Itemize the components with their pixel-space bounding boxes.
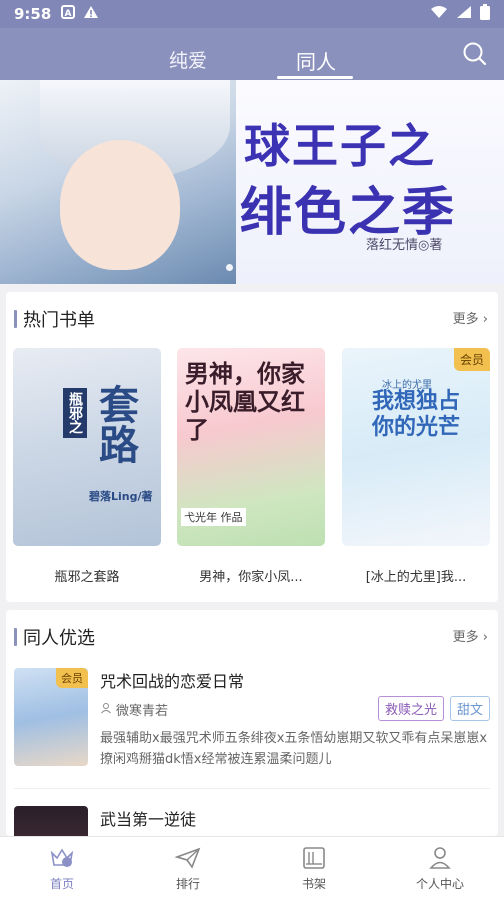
more-label: 更多	[452, 630, 479, 645]
more-button[interactable]: 更多 ›	[453, 626, 488, 645]
section-title: 热门书单	[23, 310, 95, 331]
crown-home-icon	[50, 848, 74, 867]
book-cover: 冰上的尤里 我想独占你的光芒 会员	[342, 348, 490, 546]
section-title: 同人优选	[23, 628, 95, 649]
cover-title: 男神，你家小凤凰又红了	[185, 359, 305, 444]
paper-plane-icon	[174, 847, 201, 869]
book-author: 微寒青若	[100, 700, 168, 719]
user-profile-icon	[429, 847, 451, 869]
cover-title: 我想独占你的光芒	[371, 388, 460, 440]
book-title: 武当第一逆徒	[100, 810, 197, 829]
app-notification-icon: A	[61, 5, 76, 23]
book-name: 瓶邪之套路	[54, 570, 120, 585]
svg-text:A: A	[65, 9, 72, 19]
cover-author: 弋光年 作品	[181, 508, 246, 526]
tag[interactable]: 甜文	[449, 696, 490, 721]
cover-subtitle: 瓶邪之	[63, 388, 87, 438]
tag[interactable]: 救赎之光	[377, 696, 444, 721]
book-title: 咒术回战的恋爱日常	[100, 672, 245, 691]
tag-group: 救赎之光 甜文	[377, 696, 490, 721]
member-badge: 会员	[56, 668, 88, 688]
user-icon	[100, 702, 112, 718]
section-accent-bar	[14, 310, 17, 328]
banner-author: 落红无情◎著	[366, 238, 443, 253]
nav-label: 首页	[49, 877, 74, 891]
signal-icon	[456, 5, 472, 23]
cover-title: 套路	[92, 384, 139, 464]
nav-label: 书架	[301, 877, 326, 891]
chevron-right-icon: ›	[482, 312, 488, 327]
nav-label: 个人中心	[415, 877, 464, 891]
book-cover: 男神，你家小凤凰又红了 弋光年 作品	[177, 348, 325, 546]
status-bar: 9:58 A	[0, 0, 504, 28]
bookshelf-icon	[303, 847, 325, 869]
book-thumbnail: 会员	[14, 668, 88, 766]
book-description: 最强辅助x最强咒术师五条绯夜x五条悟幼崽期又软又乖有点呆崽崽x撩闲鸡掰猫dk悟x…	[100, 731, 488, 767]
tongren-picks-section: 同人优选 更多 › 会员 咒术回战的恋爱日常 微寒青若 救赎之光 甜文 最强辅助…	[6, 610, 498, 836]
carousel-indicator	[226, 264, 233, 271]
status-time: 9:58	[14, 5, 52, 23]
nav-label: 排行	[175, 877, 200, 891]
banner-illustration	[0, 80, 236, 284]
section-header: 热门书单	[14, 306, 95, 332]
author-name: 微寒青若	[116, 704, 169, 719]
search-icon[interactable]	[462, 41, 488, 67]
header: 纯爱 同人	[0, 28, 504, 80]
book-thumbnail	[14, 806, 88, 836]
section-accent-bar	[14, 628, 17, 646]
battery-icon	[480, 4, 490, 24]
book-cover: 瓶邪之 套路 碧落Ling/著	[13, 348, 161, 546]
more-button[interactable]: 更多 ›	[453, 308, 488, 327]
divider	[14, 788, 490, 789]
book-card[interactable]: 冰上的尤里 我想独占你的光芒 会员 [冰上的尤里]我...	[342, 348, 490, 585]
banner-title-line1: 球王子之	[244, 119, 436, 173]
book-name: 男神，你家小凤...	[199, 570, 303, 585]
book-card[interactable]: 男神，你家小凤凰又红了 弋光年 作品 男神，你家小凤...	[177, 348, 325, 585]
member-badge: 会员	[453, 348, 490, 371]
section-header: 同人优选	[14, 624, 95, 650]
bottom-navigation: 首页 排行 书架 个人中心	[0, 836, 504, 897]
nav-ranking[interactable]: 排行	[148, 845, 228, 892]
tab-chunai[interactable]: 纯爱	[148, 46, 228, 73]
wifi-icon	[430, 5, 448, 23]
hot-booklist-section: 热门书单 更多 › 瓶邪之 套路 碧落Ling/著 瓶邪之套路 男神，你家小凤凰…	[6, 292, 498, 602]
nav-profile[interactable]: 个人中心	[400, 845, 480, 892]
tab-tongren[interactable]: 同人	[276, 46, 356, 75]
book-card[interactable]: 瓶邪之 套路 碧落Ling/著 瓶邪之套路	[13, 348, 161, 585]
nav-home[interactable]: 首页	[22, 845, 102, 892]
book-name: [冰上的尤里]我...	[365, 570, 467, 585]
active-tab-indicator	[277, 76, 353, 79]
banner-title-area: 球王子之 绯色之季 落红无情◎著	[236, 80, 504, 284]
more-label: 更多	[452, 312, 479, 327]
banner-carousel[interactable]: 球王子之 绯色之季 落红无情◎著	[0, 80, 504, 284]
nav-bookshelf[interactable]: 书架	[274, 845, 354, 892]
warning-icon	[83, 5, 99, 23]
cover-author: 碧落Ling/著	[89, 490, 153, 503]
chevron-right-icon: ›	[482, 630, 488, 645]
